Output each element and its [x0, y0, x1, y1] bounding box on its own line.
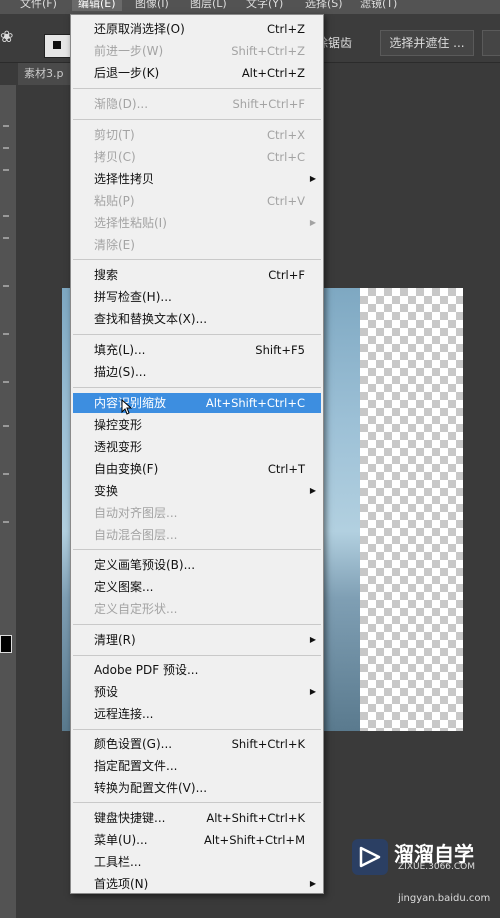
menu-item-convert-profile[interactable]: 转换为配置文件(V)... — [73, 778, 321, 798]
menu-separator — [73, 729, 321, 730]
options-extra-button[interactable] — [482, 30, 500, 56]
menu-edit[interactable]: 编辑(E) — [72, 0, 122, 11]
tool-icon[interactable] — [3, 285, 9, 287]
tool-icon[interactable] — [3, 521, 9, 523]
menu-item-pdf-presets[interactable]: Adobe PDF 预设... — [73, 660, 321, 680]
menu-item-toolbar[interactable]: 工具栏... — [73, 852, 321, 872]
menu-image[interactable]: 图像(I) — [135, 0, 169, 11]
submenu-arrow-icon: ▶ — [309, 879, 316, 888]
play-icon — [359, 846, 381, 868]
menu-item-presets[interactable]: 预设 ▶ — [73, 682, 321, 702]
menu-item-step-backward[interactable]: 后退一步(K) Alt+Ctrl+Z — [73, 63, 321, 83]
edit-menu-dropdown: 还原取消选择(O) Ctrl+Z 前进一步(W) Shift+Ctrl+Z 后退一步… — [70, 14, 324, 894]
submenu-arrow-icon: ▶ — [309, 174, 316, 183]
menu-item-color-settings[interactable]: 颜色设置(G)... Shift+Ctrl+K — [73, 734, 321, 754]
menu-separator — [73, 259, 321, 260]
menu-item-fill[interactable]: 填充(L)... Shift+F5 — [73, 340, 321, 360]
menu-item-purge[interactable]: 清理(R) ▶ — [73, 630, 321, 650]
tool-icon[interactable] — [3, 381, 9, 383]
menu-select[interactable]: 选择(S) — [305, 0, 343, 11]
tool-icon[interactable] — [3, 125, 9, 127]
menu-item-define-brush[interactable]: 定义画笔预设(B)... — [73, 555, 321, 575]
menu-file[interactable]: 文件(F) — [20, 0, 57, 11]
menu-item-keyboard-shortcuts[interactable]: 键盘快捷键... Alt+Shift+Ctrl+K — [73, 808, 321, 828]
lasso-tool-icon[interactable]: ❀ — [0, 26, 22, 48]
menu-item-assign-profile[interactable]: 指定配置文件... — [73, 756, 321, 776]
watermark-subtitle: ZIXUE.3066.COM — [398, 862, 476, 872]
menu-separator — [73, 802, 321, 803]
selection-mode-icon[interactable] — [44, 34, 72, 58]
menu-item-fade[interactable]: 渐隐(D)... Shift+Ctrl+F — [73, 94, 321, 114]
submenu-arrow-icon: ▶ — [309, 486, 316, 495]
menu-item-clear[interactable]: 清除(E) — [73, 235, 321, 255]
menu-item-define-pattern[interactable]: 定义图案... — [73, 577, 321, 597]
menu-item-preferences[interactable]: 首选项(N) ▶ — [73, 874, 321, 894]
menu-bar: 文件(F) 编辑(E) 图像(I) 图层(L) 文字(Y) 选择(S) 滤镜(T… — [0, 0, 500, 14]
tool-icon[interactable] — [3, 215, 9, 217]
menu-item-puppet-warp[interactable]: 操控变形 — [73, 415, 321, 435]
canvas-transparent-area — [360, 288, 463, 731]
menu-item-content-aware-scale[interactable]: 内容识别缩放 Alt+Shift+Ctrl+C — [73, 393, 321, 415]
menu-item-free-transform[interactable]: 自由变换(F) Ctrl+T — [73, 459, 321, 479]
watermark-logo-icon — [352, 839, 388, 875]
select-and-mask-button[interactable]: 选择并遮住 ... — [380, 30, 474, 56]
menu-item-copy-special[interactable]: 选择性拷贝 ▶ — [73, 169, 321, 189]
menu-item-undo[interactable]: 还原取消选择(O) Ctrl+Z — [73, 19, 321, 39]
menu-item-transform[interactable]: 变换 ▶ — [73, 481, 321, 501]
foreground-color-swatch[interactable] — [0, 635, 12, 653]
menu-item-copy[interactable]: 拷贝(C) Ctrl+C — [73, 147, 321, 167]
menu-filter[interactable]: 滤镜(T) — [360, 0, 397, 11]
submenu-arrow-icon: ▶ — [309, 218, 316, 227]
menu-separator — [73, 624, 321, 625]
tools-panel — [0, 85, 16, 918]
watermark-site: jingyan.baidu.com — [398, 893, 491, 904]
menu-item-auto-align-layers[interactable]: 自动对齐图层... — [73, 503, 321, 523]
menu-item-search[interactable]: 搜索 Ctrl+F — [73, 265, 321, 285]
menu-item-menus[interactable]: 菜单(U)... Alt+Shift+Ctrl+M — [73, 830, 321, 850]
tool-icon[interactable] — [3, 147, 9, 149]
menu-item-step-forward[interactable]: 前进一步(W) Shift+Ctrl+Z — [73, 41, 321, 61]
tool-icon[interactable] — [3, 169, 9, 171]
tool-icon[interactable] — [3, 333, 9, 335]
menu-item-define-shape[interactable]: 定义自定形状... — [73, 599, 321, 619]
mouse-cursor-icon — [121, 399, 133, 415]
tool-icon[interactable] — [3, 473, 9, 475]
menu-separator — [73, 655, 321, 656]
tool-icon[interactable] — [3, 425, 9, 427]
menu-separator — [73, 549, 321, 550]
menu-type[interactable]: 文字(Y) — [246, 0, 283, 11]
menu-item-stroke[interactable]: 描边(S)... — [73, 362, 321, 382]
submenu-arrow-icon: ▶ — [309, 687, 316, 696]
menu-item-auto-blend-layers[interactable]: 自动混合图层... — [73, 525, 321, 545]
menu-separator — [73, 88, 321, 89]
menu-separator — [73, 387, 321, 388]
menu-item-paste-special[interactable]: 选择性粘贴(I) ▶ — [73, 213, 321, 233]
submenu-arrow-icon: ▶ — [309, 635, 316, 644]
menu-item-cut[interactable]: 剪切(T) Ctrl+X — [73, 125, 321, 145]
menu-item-perspective-warp[interactable]: 透视变形 — [73, 437, 321, 457]
menu-separator — [73, 334, 321, 335]
menu-item-find-replace[interactable]: 查找和替换文本(X)... — [73, 309, 321, 329]
menu-layer[interactable]: 图层(L) — [190, 0, 227, 11]
menu-item-remote-connections[interactable]: 远程连接... — [73, 704, 321, 724]
menu-separator — [73, 119, 321, 120]
menu-item-paste[interactable]: 粘贴(P) Ctrl+V — [73, 191, 321, 211]
menu-item-spell-check[interactable]: 拼写检查(H)... — [73, 287, 321, 307]
tool-icon[interactable] — [3, 237, 9, 239]
